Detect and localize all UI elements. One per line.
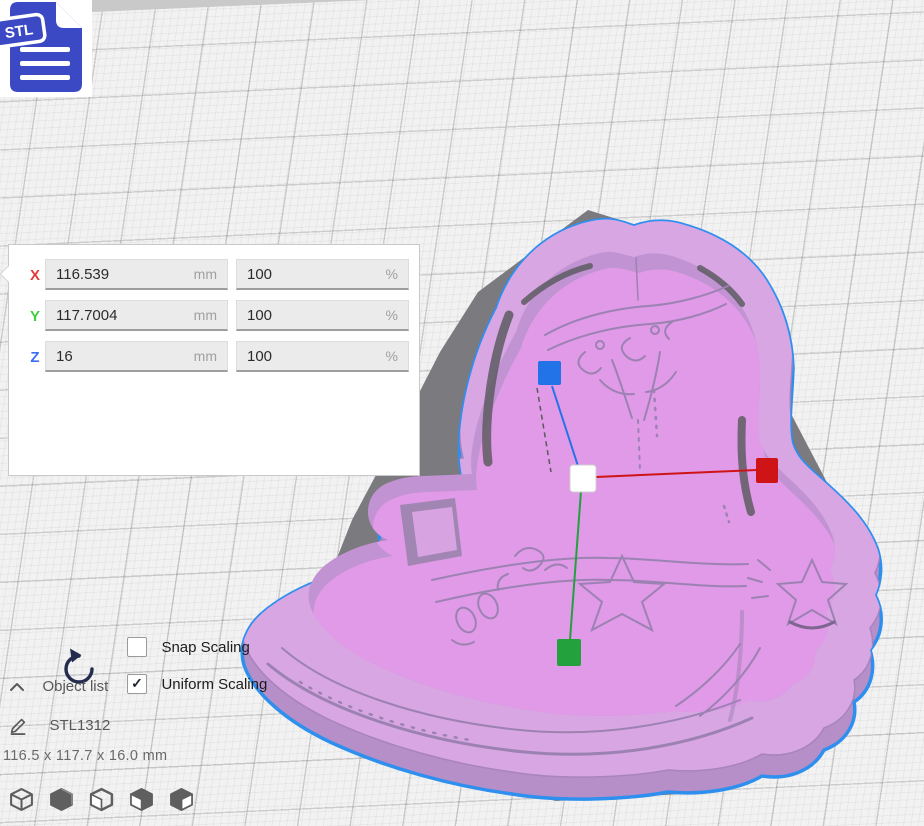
scale-handle-center[interactable] xyxy=(570,465,596,492)
y-size-field: mm xyxy=(45,300,228,331)
scale-handle-blue[interactable] xyxy=(538,361,561,385)
object-dimensions: 116.5 x 117.7 x 16.0 mm xyxy=(3,748,167,764)
axis-x-label: X xyxy=(27,267,43,284)
chevron-up-icon xyxy=(8,680,26,694)
axis-y-label: Y xyxy=(27,308,43,325)
view-left-button[interactable] xyxy=(128,786,155,813)
x-size-input[interactable] xyxy=(46,260,227,288)
x-percent-field: % xyxy=(236,259,409,290)
stl-document-icon: STL xyxy=(0,0,92,97)
cube-3d-icon xyxy=(8,786,35,813)
stl-file-thumbnail: STL xyxy=(0,0,92,97)
z-size-field: mm xyxy=(45,341,228,372)
x-size-field: mm xyxy=(45,259,228,290)
cube-top-icon xyxy=(88,786,115,813)
view-right-button[interactable] xyxy=(168,786,195,813)
object-list-toggle[interactable]: Object list xyxy=(8,678,108,698)
uniform-scaling-checkbox[interactable]: ✓ xyxy=(127,674,147,694)
z-size-input[interactable] xyxy=(46,342,227,370)
snap-scaling-option: Snap Scaling xyxy=(127,637,250,657)
scale-row-y: Y mm % xyxy=(9,300,419,333)
object-list-item[interactable]: STL1312 xyxy=(8,714,110,736)
y-percent-input[interactable] xyxy=(237,301,408,329)
y-size-input[interactable] xyxy=(46,301,227,329)
cube-right-icon xyxy=(168,786,195,813)
y-percent-field: % xyxy=(236,300,409,331)
axis-z-label: Z xyxy=(27,349,43,366)
uniform-scaling-label: Uniform Scaling xyxy=(161,676,267,693)
uniform-scaling-option: ✓ Uniform Scaling xyxy=(127,674,267,694)
z-percent-input[interactable] xyxy=(237,342,408,370)
scale-tool-panel: X mm % Y mm % Z mm % xyxy=(8,244,420,476)
x-percent-input[interactable] xyxy=(237,260,408,288)
snap-scaling-label: Snap Scaling xyxy=(161,639,249,656)
scale-handle-green[interactable] xyxy=(557,639,581,666)
object-name: STL1312 xyxy=(49,717,110,734)
tab-pocket-floor xyxy=(412,507,457,557)
scale-handle-red[interactable] xyxy=(756,458,778,483)
view-3d-button[interactable] xyxy=(8,786,35,813)
view-top-button[interactable] xyxy=(88,786,115,813)
snap-scaling-checkbox[interactable] xyxy=(127,637,147,657)
camera-view-toolbar xyxy=(8,786,195,814)
scale-row-z: Z mm % xyxy=(9,341,419,374)
cube-front-icon xyxy=(48,786,75,813)
object-list-label: Object list xyxy=(42,678,108,695)
edit-pencil-icon xyxy=(8,714,28,736)
z-percent-field: % xyxy=(236,341,409,372)
view-front-button[interactable] xyxy=(48,786,75,813)
cube-left-icon xyxy=(128,786,155,813)
scale-row-x: X mm % xyxy=(9,259,419,292)
